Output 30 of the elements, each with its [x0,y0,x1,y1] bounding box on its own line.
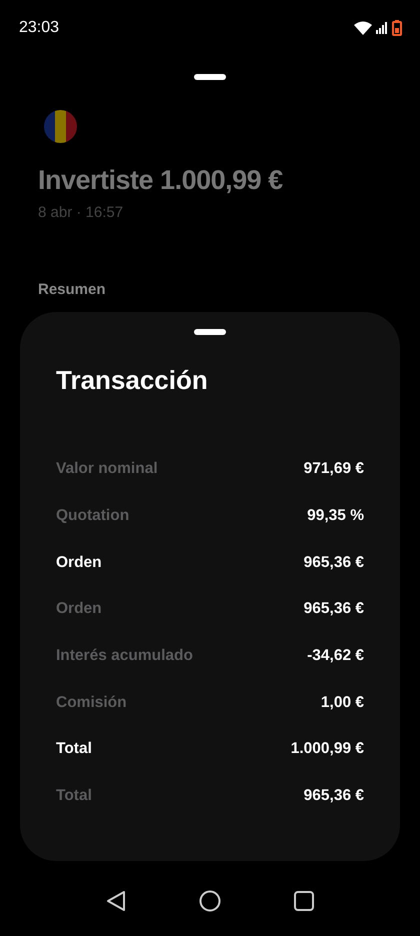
home-icon[interactable] [198,890,221,912]
row-label: Orden [56,554,102,572]
row-value: 99,35 % [307,507,364,526]
status-time: 23:03 [19,19,60,37]
row-label: Interés acumulado [56,647,193,666]
transaction-title: Invertiste 1.000,99 € [38,165,284,196]
battery-icon [392,20,402,36]
drag-handle[interactable] [194,74,226,80]
transaction-date: 8 abr · 16:57 [38,204,124,221]
recents-icon[interactable] [294,891,314,911]
row-label: Valor nominal [56,460,158,478]
row-label: Quotation [56,507,130,526]
back-icon[interactable] [106,890,126,912]
row-value: 1.000,99 € [290,740,364,758]
flag-icon [44,110,77,143]
row-label: Comisión [56,694,127,712]
row-value: 971,69 € [304,460,364,478]
row-value: -34,62 € [307,647,364,666]
section-heading: Resumen [38,281,107,298]
row-value: 1,00 € [320,694,364,712]
row-value: 965,36 € [304,787,364,806]
row-label: Total [56,787,92,806]
row-label: Total [56,740,92,758]
sheet-title: Transacción [56,365,209,396]
row-value: 965,36 € [304,600,364,618]
wifi-icon [354,21,372,35]
signal-icon [376,22,388,34]
row-value: 965,36 € [304,554,364,572]
drag-handle[interactable] [194,329,226,335]
row-label: Orden [56,600,102,618]
